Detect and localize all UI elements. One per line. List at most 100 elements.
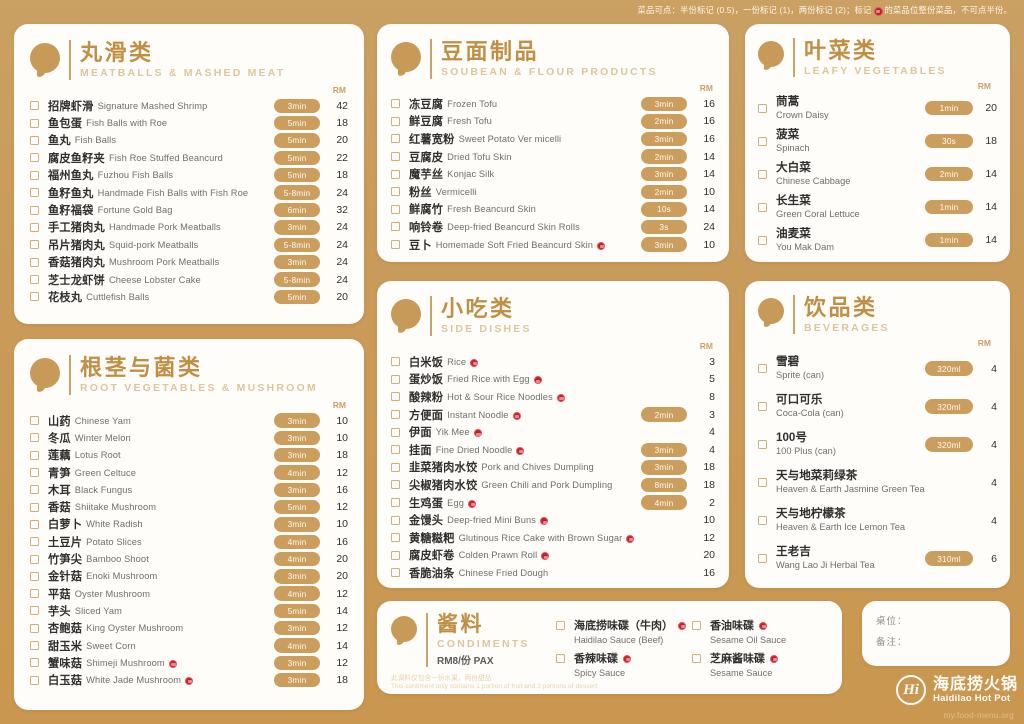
- item-checkbox[interactable]: [391, 374, 400, 384]
- item-checkbox[interactable]: [391, 515, 400, 525]
- menu-item-row[interactable]: 白玉菇 White Jade Mushroom 3min 18: [30, 671, 348, 688]
- menu-item-row[interactable]: 白萝卜 White Radish 3min 10: [30, 516, 348, 533]
- menu-item-row[interactable]: 冻豆腐 Frozen Tofu 3min 16: [391, 95, 715, 113]
- item-checkbox[interactable]: [30, 292, 39, 302]
- item-checkbox[interactable]: [30, 502, 39, 512]
- item-checkbox[interactable]: [391, 99, 400, 109]
- item-checkbox[interactable]: [391, 410, 400, 420]
- menu-item-row[interactable]: 豆卜 Homemade Soft Fried Beancurd Skin 3min 1…: [391, 236, 715, 254]
- item-checkbox[interactable]: [30, 675, 39, 685]
- item-checkbox[interactable]: [30, 468, 39, 478]
- item-checkbox[interactable]: [30, 433, 39, 443]
- item-checkbox[interactable]: [30, 606, 39, 616]
- menu-item-row[interactable]: 福州鱼丸 Fuzhou Fish Balls 5min 18: [30, 167, 348, 184]
- item-checkbox[interactable]: [758, 478, 767, 488]
- item-checkbox[interactable]: [30, 485, 39, 495]
- item-checkbox[interactable]: [391, 169, 400, 179]
- menu-item-row[interactable]: 手工猪肉丸 Handmade Pork Meatballs 3min 24: [30, 219, 348, 236]
- menu-item-row[interactable]: 鱼丸 Fish Balls 5min 20: [30, 132, 348, 149]
- item-checkbox[interactable]: [30, 170, 39, 180]
- item-checkbox[interactable]: [391, 427, 400, 437]
- item-checkbox[interactable]: [30, 658, 39, 668]
- item-checkbox[interactable]: [692, 654, 701, 663]
- item-checkbox[interactable]: [758, 402, 767, 412]
- item-checkbox[interactable]: [391, 498, 400, 508]
- menu-item-row[interactable]: 香菇 Shiitake Mushroom 5min 12: [30, 498, 348, 515]
- menu-item-row[interactable]: 韭菜猪肉水饺 Pork and Chives Dumpling 3min 18: [391, 459, 715, 477]
- menu-item-row[interactable]: 红薯宽粉 Sweet Potato Ver micelli 3min 16: [391, 130, 715, 148]
- menu-item-row[interactable]: 雪碧 Sprite (can) 320ml 4: [758, 350, 997, 388]
- menu-item-row[interactable]: 鱼籽鱼丸 Handmade Fish Balls with Fish Roe 5-8…: [30, 184, 348, 201]
- menu-item-row[interactable]: 挂面 Fine Dried Noodle 3min 4: [391, 441, 715, 459]
- menu-item-row[interactable]: 长生菜 Green Coral Lettuce 1min 14: [758, 191, 997, 224]
- menu-item-row[interactable]: 土豆片 Potato Slices 4min 16: [30, 533, 348, 550]
- item-checkbox[interactable]: [391, 550, 400, 560]
- menu-item-row[interactable]: 大白菜 Chinese Cabbage 2min 14: [758, 158, 997, 191]
- menu-item-row[interactable]: 天与地柠檬茶 Heaven & Earth Ice Lemon Tea 4: [758, 502, 997, 540]
- menu-item-row[interactable]: 王老吉 Wang Lao Ji Herbal Tea 310ml 6: [758, 540, 997, 578]
- item-checkbox[interactable]: [30, 641, 39, 650]
- menu-item-row[interactable]: 杏鲍菇 King Oyster Mushroom 3min 12: [30, 620, 348, 637]
- menu-item-row[interactable]: 方便面 Instant Noodle 2min 3: [391, 406, 715, 424]
- item-checkbox[interactable]: [758, 103, 767, 113]
- menu-item-row[interactable]: 青笋 Green Celtuce 4min 12: [30, 464, 348, 481]
- menu-item-row[interactable]: 油麦菜 You Mak Dam 1min 14: [758, 224, 997, 257]
- menu-item-row[interactable]: 尖椒猪肉水饺 Green Chili and Pork Dumpling 8min 1…: [391, 476, 715, 494]
- menu-item-row[interactable]: 招牌虾滑 Signature Mashed Shrimp 3min 42: [30, 97, 348, 114]
- item-checkbox[interactable]: [391, 533, 400, 543]
- item-checkbox[interactable]: [556, 621, 565, 630]
- item-checkbox[interactable]: [758, 516, 767, 526]
- item-checkbox[interactable]: [556, 654, 565, 663]
- menu-item-row[interactable]: 吊片猪肉丸 Squid-pork Meatballs 5-8min 24: [30, 236, 348, 253]
- item-checkbox[interactable]: [391, 134, 400, 144]
- item-checkbox[interactable]: [30, 519, 39, 529]
- menu-item-row[interactable]: 鲜豆腐 Fresh Tofu 2min 16: [391, 113, 715, 131]
- menu-item-row[interactable]: 腐皮虾卷 Colden Prawn Roll 20: [391, 547, 715, 565]
- item-checkbox[interactable]: [391, 116, 400, 126]
- menu-item-row[interactable]: 100号 100 Plus (can) 320ml 4: [758, 426, 997, 464]
- item-checkbox[interactable]: [30, 416, 39, 426]
- item-checkbox[interactable]: [758, 169, 767, 179]
- menu-item-row[interactable]: 山药 Chinese Yam 3min 10: [30, 412, 348, 429]
- item-checkbox[interactable]: [30, 205, 39, 215]
- item-checkbox[interactable]: [30, 589, 39, 599]
- menu-item-row[interactable]: 鲜腐竹 Fresh Beancurd Skin 10s 14: [391, 201, 715, 219]
- condiment-item[interactable]: 海底捞味碟（牛肉） Haidilao Sauce (Beef): [556, 617, 692, 650]
- item-checkbox[interactable]: [758, 235, 767, 245]
- item-checkbox[interactable]: [30, 571, 39, 581]
- item-checkbox[interactable]: [30, 188, 39, 198]
- menu-item-row[interactable]: 天与地菜莉绿茶 Heaven & Earth Jasmine Green Tea 4: [758, 464, 997, 502]
- item-checkbox[interactable]: [30, 275, 39, 285]
- menu-item-row[interactable]: 金馒头 Deep-fried Mini Buns 10: [391, 511, 715, 529]
- item-checkbox[interactable]: [30, 450, 39, 460]
- menu-item-row[interactable]: 金针菇 Enoki Mushroom 3min 20: [30, 568, 348, 585]
- item-checkbox[interactable]: [30, 257, 39, 267]
- item-checkbox[interactable]: [758, 202, 767, 212]
- item-checkbox[interactable]: [30, 222, 39, 232]
- menu-item-row[interactable]: 粉丝 Vermicelli 2min 10: [391, 183, 715, 201]
- item-checkbox[interactable]: [758, 364, 767, 374]
- menu-item-row[interactable]: 花枝丸 Cuttlefish Balls 5min 20: [30, 288, 348, 305]
- item-checkbox[interactable]: [391, 240, 400, 250]
- item-checkbox[interactable]: [391, 568, 400, 578]
- condiment-item[interactable]: 香油味碟 Sesame Oil Sauce: [692, 617, 828, 650]
- menu-item-row[interactable]: 豆腐皮 Dried Tofu Skin 2min 14: [391, 148, 715, 166]
- item-checkbox[interactable]: [391, 462, 400, 472]
- menu-item-row[interactable]: 鱼包蛋 Fish Balls with Roe 5min 18: [30, 114, 348, 131]
- item-checkbox[interactable]: [30, 554, 39, 564]
- menu-item-row[interactable]: 菠菜 Spinach 30s 18: [758, 125, 997, 158]
- item-checkbox[interactable]: [692, 621, 701, 630]
- item-checkbox[interactable]: [758, 440, 767, 450]
- menu-item-row[interactable]: 冬瓜 Winter Melon 3min 10: [30, 429, 348, 446]
- menu-item-row[interactable]: 甜玉米 Sweet Corn 4min 14: [30, 637, 348, 654]
- menu-item-row[interactable]: 香脆油条 Chinese Fried Dough 16: [391, 564, 715, 582]
- item-checkbox[interactable]: [758, 136, 767, 146]
- menu-item-row[interactable]: 蛋炒饭 Fried Rice with Egg 5: [391, 371, 715, 389]
- menu-item-row[interactable]: 莲藕 Lotus Root 3min 18: [30, 447, 348, 464]
- menu-item-row[interactable]: 白米饭 Rice 3: [391, 353, 715, 371]
- menu-item-row[interactable]: 香菇猪肉丸 Mushroom Pork Meatballs 3min 24: [30, 254, 348, 271]
- menu-item-row[interactable]: 芝士龙虾饼 Cheese Lobster Cake 5-8min 24: [30, 271, 348, 288]
- menu-item-row[interactable]: 芋头 Sliced Yam 5min 14: [30, 602, 348, 619]
- table-note-box[interactable]: 桌位： 备注：: [862, 601, 1010, 666]
- item-checkbox[interactable]: [30, 240, 39, 250]
